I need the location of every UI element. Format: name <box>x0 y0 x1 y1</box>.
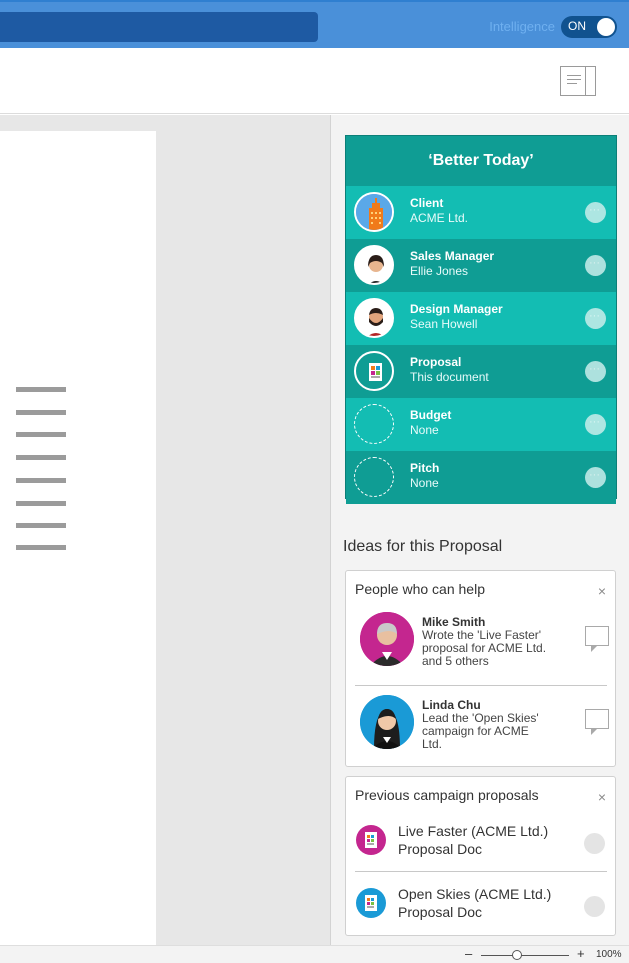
person-description: Lead the 'Open Skies' campaign for ACME … <box>422 711 539 751</box>
document-icon <box>356 825 386 855</box>
more-options-icon[interactable] <box>585 467 606 488</box>
ideas-heading: Ideas for this Proposal <box>343 538 503 555</box>
intelligence-toggle[interactable]: ON <box>561 16 617 38</box>
zoom-out-button[interactable]: – <box>465 946 472 961</box>
row-role: Budget <box>410 408 452 422</box>
ribbon <box>0 48 629 114</box>
team-card: ‘Better Today’ Client ACME Ltd. ··· Sale… <box>345 135 617 504</box>
document-page[interactable] <box>0 131 156 945</box>
bearded-man-avatar <box>354 298 394 338</box>
title-bar: Intelligence ON <box>0 0 629 48</box>
intelligence-label: Intelligence <box>489 19 555 34</box>
more-options-icon[interactable] <box>585 308 606 329</box>
team-row-sales-manager[interactable]: Sales Manager Ellie Jones <box>346 239 616 292</box>
document-canvas <box>0 115 330 945</box>
outline-line <box>16 455 66 460</box>
card-title: People who can help <box>355 581 485 597</box>
team-row-pitch[interactable]: Pitch None <box>346 451 616 504</box>
chat-icon[interactable] <box>585 709 609 735</box>
more-options-icon[interactable] <box>585 202 606 223</box>
outline-line <box>16 523 66 528</box>
team-row-client[interactable]: Client ACME Ltd. <box>346 186 616 239</box>
proposal-subtitle: Proposal Doc <box>398 904 483 920</box>
row-value: This document <box>410 370 489 384</box>
project-title: ‘Better Today’ <box>346 136 616 186</box>
more-options-icon[interactable] <box>585 255 606 276</box>
empty-slot-icon[interactable] <box>354 457 394 497</box>
row-role: Design Manager <box>410 302 503 316</box>
proposal-title: Live Faster (ACME Ltd.) <box>398 823 549 839</box>
row-value: ACME Ltd. <box>410 211 469 225</box>
row-role: Sales Manager <box>410 249 495 263</box>
zoom-level: 100% <box>596 949 622 960</box>
reading-view-button[interactable] <box>560 66 596 96</box>
previous-proposals-card: Previous campaign proposals × Live Faste… <box>345 776 616 936</box>
close-icon[interactable]: × <box>598 789 606 805</box>
proposal-item-open-skies[interactable]: Open Skies (ACME Ltd.) Proposal Doc <box>346 883 617 933</box>
person-description: Wrote the 'Live Faster' proposal for ACM… <box>422 628 547 668</box>
woman-avatar <box>354 245 394 285</box>
zoom-slider-handle[interactable] <box>512 950 522 960</box>
document-icon <box>354 351 394 391</box>
row-role: Proposal <box>410 355 462 369</box>
outline-line <box>16 387 66 392</box>
outline-line <box>16 478 66 483</box>
close-icon[interactable]: × <box>598 583 606 599</box>
toggle-knob <box>597 18 615 36</box>
search-bar[interactable] <box>0 12 318 42</box>
more-options-icon[interactable] <box>585 361 606 382</box>
reading-view-icon <box>567 75 581 76</box>
person-name: Mike Smith <box>422 615 486 629</box>
chat-icon[interactable] <box>585 626 609 652</box>
person-linda-chu[interactable]: Linda Chu Lead the 'Open Skies' campaign… <box>346 695 617 777</box>
zoom-slider[interactable] <box>481 955 569 956</box>
person-mike-smith[interactable]: Mike Smith Wrote the 'Live Faster' propo… <box>346 612 617 694</box>
team-row-budget[interactable]: Budget None <box>346 398 616 451</box>
card-title: Previous campaign proposals <box>355 787 539 803</box>
building-icon <box>354 192 394 232</box>
intelligence-pane: ‘Better Today’ Client ACME Ltd. ··· Sale… <box>331 115 629 945</box>
outline-line <box>16 501 66 506</box>
team-row-design-manager[interactable]: Design Manager Sean Howell <box>346 292 616 345</box>
outline-line <box>16 545 66 550</box>
proposal-subtitle: Proposal Doc <box>398 841 483 857</box>
row-value: Ellie Jones <box>410 264 469 278</box>
row-value: Sean Howell <box>410 317 478 331</box>
outline-line <box>16 432 66 437</box>
proposal-title: Open Skies (ACME Ltd.) <box>398 886 552 902</box>
outline-line <box>16 410 66 415</box>
toggle-state-label: ON <box>568 19 586 33</box>
people-card: People who can help × Mike Smith Wrote t… <box>345 570 616 767</box>
person-name: Linda Chu <box>422 698 481 712</box>
row-value: None <box>410 423 439 437</box>
more-options-icon[interactable] <box>585 414 606 435</box>
more-options-icon[interactable] <box>584 896 605 917</box>
empty-slot-icon[interactable] <box>354 404 394 444</box>
row-role: Pitch <box>410 461 440 475</box>
more-options-icon[interactable] <box>584 833 605 854</box>
zoom-in-button[interactable]: + <box>577 946 585 961</box>
row-role: Client <box>410 196 444 210</box>
team-row-proposal[interactable]: Proposal This document <box>346 345 616 398</box>
person-avatar <box>360 612 414 666</box>
document-icon <box>356 888 386 918</box>
status-bar: – + 100% <box>0 945 629 963</box>
person-avatar <box>360 695 414 749</box>
proposal-item-live-faster[interactable]: Live Faster (ACME Ltd.) Proposal Doc <box>346 820 617 870</box>
row-value: None <box>410 476 439 490</box>
